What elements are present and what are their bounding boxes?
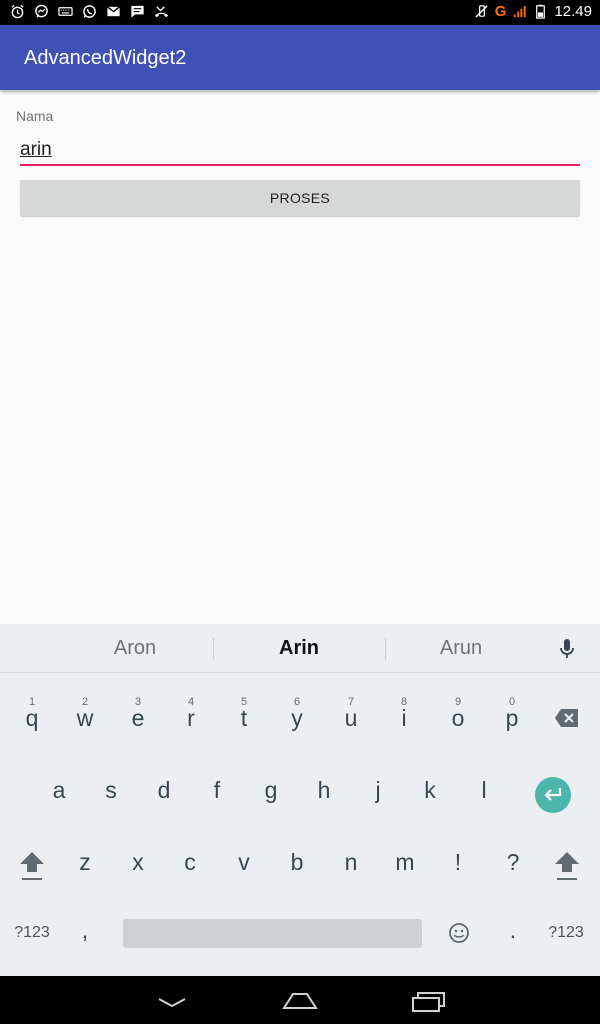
status-bar: G 12.49 [0, 0, 600, 25]
key-p[interactable]: 0p [485, 688, 539, 748]
symbols-key-right[interactable]: ?123 [539, 903, 593, 963]
symbols-key-left[interactable]: ?123 [5, 903, 59, 963]
key-f[interactable]: f [190, 760, 244, 820]
key-o[interactable]: 9o [431, 688, 485, 748]
key-m[interactable]: m [378, 832, 432, 892]
network-type: G [494, 3, 507, 20]
key-label: o [451, 705, 465, 731]
app-bar: AdvancedWidget2 [0, 25, 600, 90]
enter-icon [544, 788, 562, 801]
key-b[interactable]: b [270, 832, 324, 892]
key-exclamation[interactable]: ! [431, 832, 485, 892]
suggestion-left[interactable]: Aron [50, 637, 220, 660]
spacebar[interactable] [123, 919, 422, 948]
key-u[interactable]: 7u [324, 688, 378, 748]
key-label: p [505, 705, 519, 731]
key-hint: 3 [134, 696, 142, 708]
recents-icon[interactable] [411, 991, 447, 1013]
suggestion-strip: Aron Arin Arun [0, 624, 600, 673]
enter-key[interactable] [535, 777, 571, 813]
key-q[interactable]: 1q [5, 688, 59, 748]
name-input[interactable] [20, 136, 580, 166]
key-label: t [240, 705, 248, 731]
alarm-icon [11, 4, 24, 19]
signal-icon [514, 5, 527, 18]
key-hint: 7 [347, 696, 355, 708]
battery-icon [536, 4, 546, 19]
key-c[interactable]: c [163, 832, 217, 892]
system-status: G 12.49 [474, 3, 592, 20]
clock: 12.49 [554, 3, 592, 20]
key-hint: 8 [400, 696, 408, 708]
proses-button[interactable]: PROSES [20, 180, 580, 216]
key-h[interactable]: h [297, 760, 351, 820]
notification-icons [10, 4, 169, 19]
home-icon[interactable] [282, 991, 318, 1011]
key-n[interactable]: n [324, 832, 378, 892]
key-label: w [76, 705, 94, 731]
key-w[interactable]: 2w [58, 688, 112, 748]
key-d[interactable]: d [137, 760, 191, 820]
key-label: u [344, 705, 358, 731]
name-label: Nama [16, 108, 54, 124]
mute-icon [475, 5, 488, 18]
key-comma[interactable]: , [58, 900, 112, 960]
emoji-icon[interactable] [448, 922, 470, 944]
key-z[interactable]: z [58, 832, 112, 892]
key-question[interactable]: ? [486, 832, 540, 892]
missed-call-icon [154, 6, 169, 18]
key-hint: 4 [187, 696, 195, 708]
key-y[interactable]: 6y [270, 688, 324, 748]
key-hint: 6 [293, 696, 301, 708]
key-x[interactable]: x [111, 832, 165, 892]
key-e[interactable]: 3e [111, 688, 165, 748]
key-v[interactable]: v [217, 832, 271, 892]
gmail-icon [106, 6, 121, 17]
sms-icon [131, 5, 144, 18]
key-l[interactable]: l [457, 760, 511, 820]
messenger-icon [35, 4, 48, 18]
key-label: i [401, 705, 407, 731]
key-period[interactable]: . [486, 900, 540, 960]
key-a[interactable]: a [32, 760, 86, 820]
key-hint: 1 [28, 696, 36, 708]
key-label: q [25, 705, 39, 731]
suggestion-center[interactable]: Arin [214, 637, 384, 660]
key-s[interactable]: s [84, 760, 138, 820]
key-hint: 5 [240, 696, 248, 708]
key-hint: 0 [508, 696, 516, 708]
key-i[interactable]: 8i [377, 688, 431, 748]
back-chevron-icon[interactable] [157, 996, 187, 1008]
key-j[interactable]: j [351, 760, 405, 820]
key-k[interactable]: k [403, 760, 457, 820]
key-hint: 9 [454, 696, 462, 708]
suggestion-right[interactable]: Arun [376, 637, 546, 660]
key-g[interactable]: g [244, 760, 298, 820]
shift-left-icon[interactable] [19, 850, 45, 882]
backspace-icon[interactable] [554, 708, 580, 728]
key-t[interactable]: 5t [217, 688, 271, 748]
navigation-bar [0, 976, 600, 1024]
soft-keyboard: Aron Arin Arun 1q 2w 3e 4r 5t 6y 7u 8i 9… [0, 624, 600, 976]
shift-right-icon[interactable] [554, 850, 580, 882]
key-r[interactable]: 4r [164, 688, 218, 748]
key-label: r [187, 705, 195, 731]
keyboard-icon [58, 7, 73, 16]
app-title: AdvancedWidget2 [24, 47, 187, 69]
key-hint: 2 [81, 696, 89, 708]
mic-icon[interactable] [558, 638, 576, 660]
key-label: y [291, 705, 303, 731]
key-label: e [131, 705, 145, 731]
whatsapp-icon [83, 5, 96, 18]
